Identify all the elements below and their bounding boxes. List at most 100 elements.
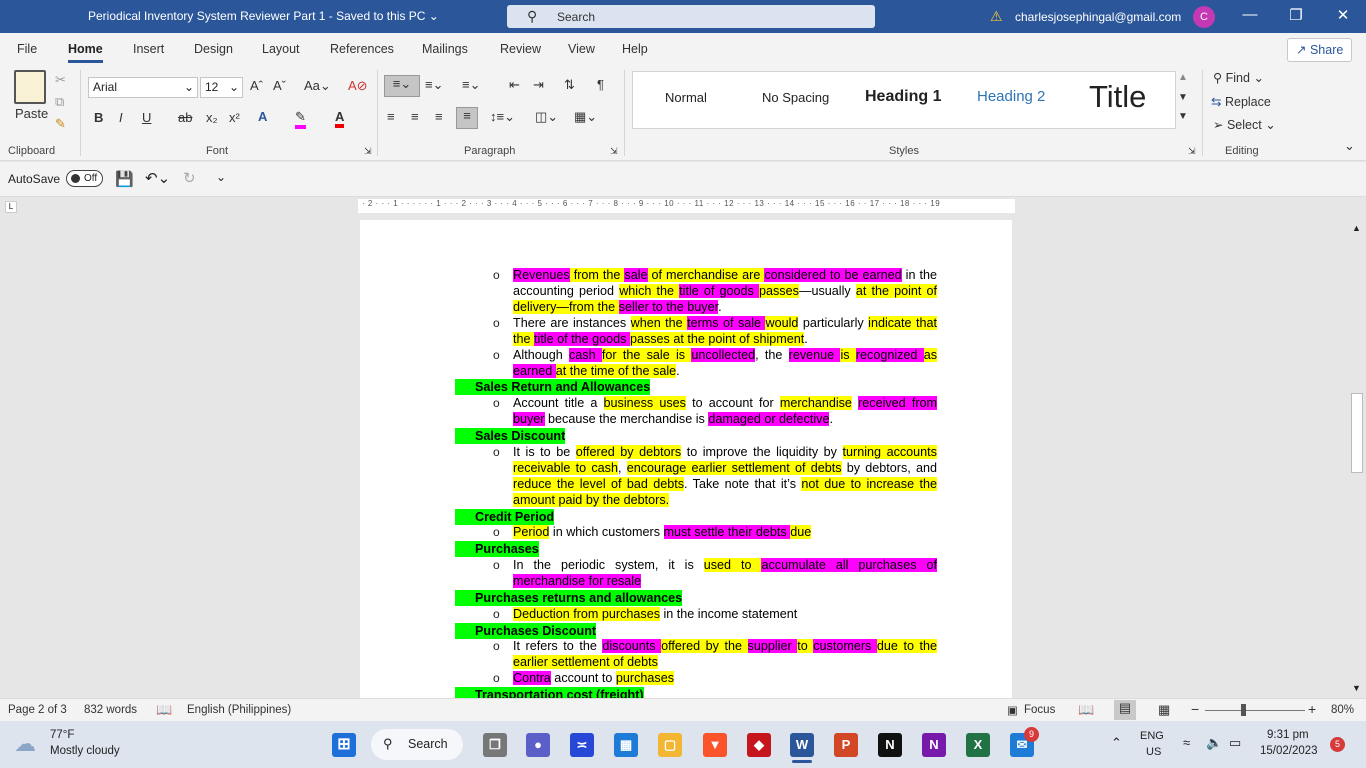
styles-scroll-up-icon[interactable]: ▲ — [1178, 72, 1188, 83]
customize-qat-icon[interactable]: ⌄ — [216, 170, 226, 184]
antivirus-icon[interactable]: ◆ — [747, 733, 771, 757]
increase-indent-icon[interactable]: ⇥ — [533, 77, 544, 93]
strikethrough-icon[interactable]: ab — [178, 110, 192, 125]
word-icon[interactable]: W — [790, 733, 814, 757]
chat-icon[interactable]: ● — [526, 733, 550, 757]
style-normal[interactable]: Normal — [665, 90, 707, 105]
zoom-out-icon[interactable]: − — [1191, 701, 1199, 717]
bullets-icon[interactable]: ≡⌄ — [384, 75, 420, 97]
format-painter-icon[interactable]: ✎ — [55, 116, 66, 132]
notion-icon[interactable]: N — [878, 733, 902, 757]
notification-count[interactable]: 5 — [1330, 737, 1345, 752]
tab-selector-icon[interactable]: L — [5, 201, 17, 213]
text-effects-icon[interactable]: A — [258, 109, 267, 124]
zoom-slider[interactable] — [1205, 710, 1305, 711]
tab-file[interactable]: File — [17, 42, 37, 56]
task-view-icon[interactable]: ❐ — [483, 733, 507, 757]
highlight-icon[interactable]: ✎ — [295, 109, 306, 129]
tab-mailings[interactable]: Mailings — [422, 42, 468, 56]
copy-icon[interactable]: ⧉ — [55, 94, 64, 110]
weather-desc[interactable]: Mostly cloudy — [50, 745, 120, 757]
tab-insert[interactable]: Insert — [133, 42, 164, 56]
paragraph-dialog-icon[interactable]: ⇲ — [610, 146, 618, 157]
scroll-down-icon[interactable]: ▼ — [1352, 683, 1361, 693]
grow-font-icon[interactable]: Aˆ — [250, 78, 263, 93]
print-layout-icon[interactable]: ▤ — [1114, 700, 1136, 720]
page-indicator[interactable]: Page 2 of 3 — [8, 704, 67, 716]
tab-design[interactable]: Design — [194, 42, 233, 56]
powerpoint-icon[interactable]: P — [834, 733, 858, 757]
style-heading-2[interactable]: Heading 2 — [977, 88, 1045, 105]
select-button[interactable]: ➢ Select ⌄ — [1213, 117, 1276, 132]
avatar[interactable]: C — [1193, 6, 1215, 28]
onenote-icon[interactable]: N — [922, 733, 946, 757]
file-explorer-icon[interactable]: ▢ — [658, 733, 682, 757]
styles-scroll-down-icon[interactable]: ▼ — [1178, 92, 1188, 103]
language-indicator[interactable]: English (Philippines) — [187, 704, 291, 716]
autosave-toggle[interactable]: Off — [66, 170, 103, 187]
document-title[interactable]: Periodical Inventory System Reviewer Par… — [88, 9, 439, 23]
language-secondary[interactable]: US — [1146, 746, 1161, 758]
bold-icon[interactable]: B — [94, 110, 103, 125]
tab-view[interactable]: View — [568, 42, 595, 56]
line-spacing-icon[interactable]: ↕≡⌄ — [490, 109, 515, 125]
read-mode-icon[interactable]: 📖 — [1078, 702, 1094, 718]
word-count[interactable]: 832 words — [84, 704, 137, 716]
clock-time[interactable]: 9:31 pm — [1267, 729, 1309, 741]
superscript-icon[interactable]: x² — [229, 110, 240, 125]
numbering-icon[interactable]: ≡⌄ — [425, 77, 443, 93]
store-icon[interactable]: ▦ — [614, 733, 638, 757]
collapse-ribbon-icon[interactable]: ⌄ — [1344, 138, 1355, 154]
style-no-spacing[interactable]: No Spacing — [762, 90, 829, 105]
app-icon[interactable]: ≍ — [570, 733, 594, 757]
scroll-up-icon[interactable]: ▲ — [1352, 223, 1361, 233]
styles-dialog-icon[interactable]: ⇲ — [1188, 146, 1196, 157]
scroll-thumb[interactable] — [1351, 393, 1363, 473]
font-color-icon[interactable]: A — [335, 109, 345, 128]
cut-icon[interactable]: ✂ — [55, 72, 66, 88]
shading-icon[interactable]: ◫⌄ — [535, 109, 558, 125]
brave-icon[interactable]: ▼ — [703, 733, 727, 757]
replace-button[interactable]: ⇆ Replace — [1211, 94, 1271, 109]
decrease-indent-icon[interactable]: ⇤ — [509, 77, 520, 93]
redo-icon[interactable]: ↻ — [183, 169, 196, 187]
language-primary[interactable]: ENG — [1140, 730, 1164, 742]
clock-date[interactable]: 15/02/2023 — [1260, 745, 1318, 757]
subscript-icon[interactable]: x₂ — [206, 110, 218, 125]
style-heading-1[interactable]: Heading 1 — [865, 88, 941, 106]
share-button[interactable]: ↗ Share — [1287, 38, 1352, 62]
align-right-icon[interactable]: ≡ — [435, 109, 443, 124]
find-button[interactable]: ⚲ Find ⌄ — [1213, 70, 1264, 85]
justify-icon[interactable]: ≡ — [456, 107, 478, 129]
tab-review[interactable]: Review — [500, 42, 541, 56]
battery-icon[interactable]: ▭ — [1229, 735, 1241, 751]
zoom-slider-thumb[interactable] — [1241, 704, 1246, 716]
weather-icon[interactable]: ☁ — [14, 731, 36, 757]
focus-label[interactable]: Focus — [1024, 704, 1055, 716]
taskbar-search[interactable]: ⚲ Search — [371, 729, 463, 760]
document-page[interactable]: o Revenues from the sale of merchandise … — [360, 220, 1012, 698]
borders-icon[interactable]: ▦⌄ — [574, 109, 597, 125]
weather-temp[interactable]: 77°F — [50, 729, 74, 741]
sort-icon[interactable]: ⇅ — [564, 77, 575, 93]
horizontal-ruler[interactable]: · 2 · · · 1 · · · · · · 1 · · · 2 · · · … — [358, 199, 1015, 213]
account-email[interactable]: charlesjosephingal@gmail.com — [1015, 10, 1181, 24]
tab-home[interactable]: Home — [68, 42, 103, 63]
change-case-icon[interactable]: Aa⌄ — [304, 78, 331, 94]
zoom-level[interactable]: 80% — [1331, 704, 1354, 716]
windows-start-icon[interactable]: ⊞ — [332, 733, 356, 757]
shrink-font-icon[interactable]: Aˇ — [273, 78, 286, 93]
italic-icon[interactable]: I — [119, 110, 123, 125]
vertical-scrollbar[interactable]: ▲ ▼ — [1348, 220, 1366, 698]
undo-icon[interactable]: ↶⌄ — [145, 169, 170, 187]
search-box[interactable]: ⚲ Search — [507, 5, 875, 28]
align-left-icon[interactable]: ≡ — [387, 109, 395, 124]
zoom-in-icon[interactable]: + — [1308, 701, 1316, 717]
restore-button[interactable]: ❐ — [1286, 6, 1306, 24]
volume-icon[interactable]: 🔈 — [1206, 735, 1222, 751]
focus-icon[interactable]: ▣ — [1007, 703, 1018, 717]
paste-icon[interactable] — [14, 70, 46, 104]
font-size-select[interactable]: 12 ⌄ — [200, 77, 243, 98]
proofing-icon[interactable]: 📖 — [156, 702, 172, 718]
wifi-icon[interactable]: ≈ — [1183, 735, 1190, 750]
